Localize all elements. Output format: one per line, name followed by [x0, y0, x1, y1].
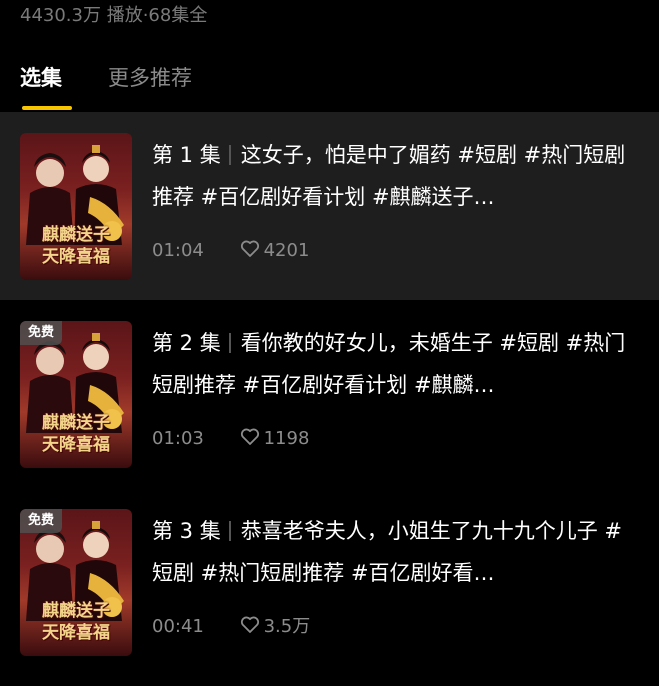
title-separator: [228, 145, 231, 165]
episode-duration: 00:41: [152, 616, 204, 637]
episode-title: 第 1 集这女子，怕是中了媚药 #短剧 #热门短剧推荐 #百亿剧好看计划 #麒麟…: [152, 134, 642, 218]
active-tab-indicator: [22, 106, 72, 110]
episode-number: 第 1 集: [152, 143, 221, 167]
episode-number: 第 2 集: [152, 331, 221, 355]
episode-duration: 01:03: [152, 428, 204, 449]
play-stats: 4430.3万 播放·68集全: [20, 5, 208, 26]
episode-thumbnail[interactable]: 免费 麒麟送子 天降喜福: [20, 509, 132, 656]
free-badge: 免费: [20, 321, 63, 345]
episode-duration: 01:04: [152, 240, 204, 261]
episode-title: 第 3 集恭喜老爷夫人，小姐生了九十九个儿子 #短剧 #热门短剧推荐 #百亿剧好…: [152, 510, 642, 594]
episode-likes: 4201: [240, 240, 310, 261]
like-count: 1198: [263, 428, 310, 449]
poster-title-art: 麒麟送子 天降喜福: [42, 601, 110, 643]
like-count: 3.5万: [263, 616, 311, 637]
episode-likes: 1198: [240, 428, 310, 449]
tab-bar: 选集 更多推荐: [0, 50, 659, 112]
episode-list: 麒麟送子 天降喜福 第 1 集这女子，怕是中了媚药 #短剧 #热门短剧推荐 #百…: [0, 112, 659, 676]
episode-description: 看你教的好女儿，未婚生子 #短剧 #热门短剧推荐 #百亿剧好看计划 #麒麟…: [152, 331, 626, 397]
title-separator: [228, 333, 231, 353]
episode-meta: 00:41 3.5万: [152, 612, 310, 642]
heart-outline-icon: [240, 240, 259, 257]
heart-outline-icon: [240, 428, 259, 445]
episode-meta: 01:03 1198: [152, 424, 309, 454]
poster-title-art: 麒麟送子 天降喜福: [42, 225, 110, 267]
episode-description: 恭喜老爷夫人，小姐生了九十九个儿子 #短剧 #热门短剧推荐 #百亿剧好看…: [152, 519, 622, 585]
episode-meta: 01:04 4201: [152, 236, 309, 266]
episode-item-1[interactable]: 麒麟送子 天降喜福 第 1 集这女子，怕是中了媚药 #短剧 #热门短剧推荐 #百…: [0, 112, 659, 300]
free-badge: 免费: [20, 509, 63, 533]
episode-title: 第 2 集看你教的好女儿，未婚生子 #短剧 #热门短剧推荐 #百亿剧好看计划 #…: [152, 322, 642, 406]
episode-description: 这女子，怕是中了媚药 #短剧 #热门短剧推荐 #百亿剧好看计划 #麒麟送子…: [152, 143, 626, 209]
episode-thumbnail[interactable]: 免费 麒麟送子 天降喜福: [20, 321, 132, 468]
episode-thumbnail[interactable]: 麒麟送子 天降喜福: [20, 133, 132, 280]
episode-likes: 3.5万: [240, 616, 311, 637]
poster-title-art: 麒麟送子 天降喜福: [42, 413, 110, 455]
tab-more-recommendations[interactable]: 更多推荐: [108, 58, 192, 98]
tab-episodes[interactable]: 选集: [20, 58, 62, 98]
episode-item-2[interactable]: 免费 麒麟送子 天降喜福 第 2 集看你教的好女儿，未婚生子 #短剧 #热门短剧…: [0, 300, 659, 488]
episode-number: 第 3 集: [152, 519, 221, 543]
like-count: 4201: [263, 240, 310, 261]
heart-outline-icon: [240, 616, 259, 633]
title-separator: [228, 521, 231, 541]
episode-item-3[interactable]: 免费 麒麟送子 天降喜福 第 3 集恭喜老爷夫人，小姐生了九十九个儿子 #短剧 …: [0, 488, 659, 676]
